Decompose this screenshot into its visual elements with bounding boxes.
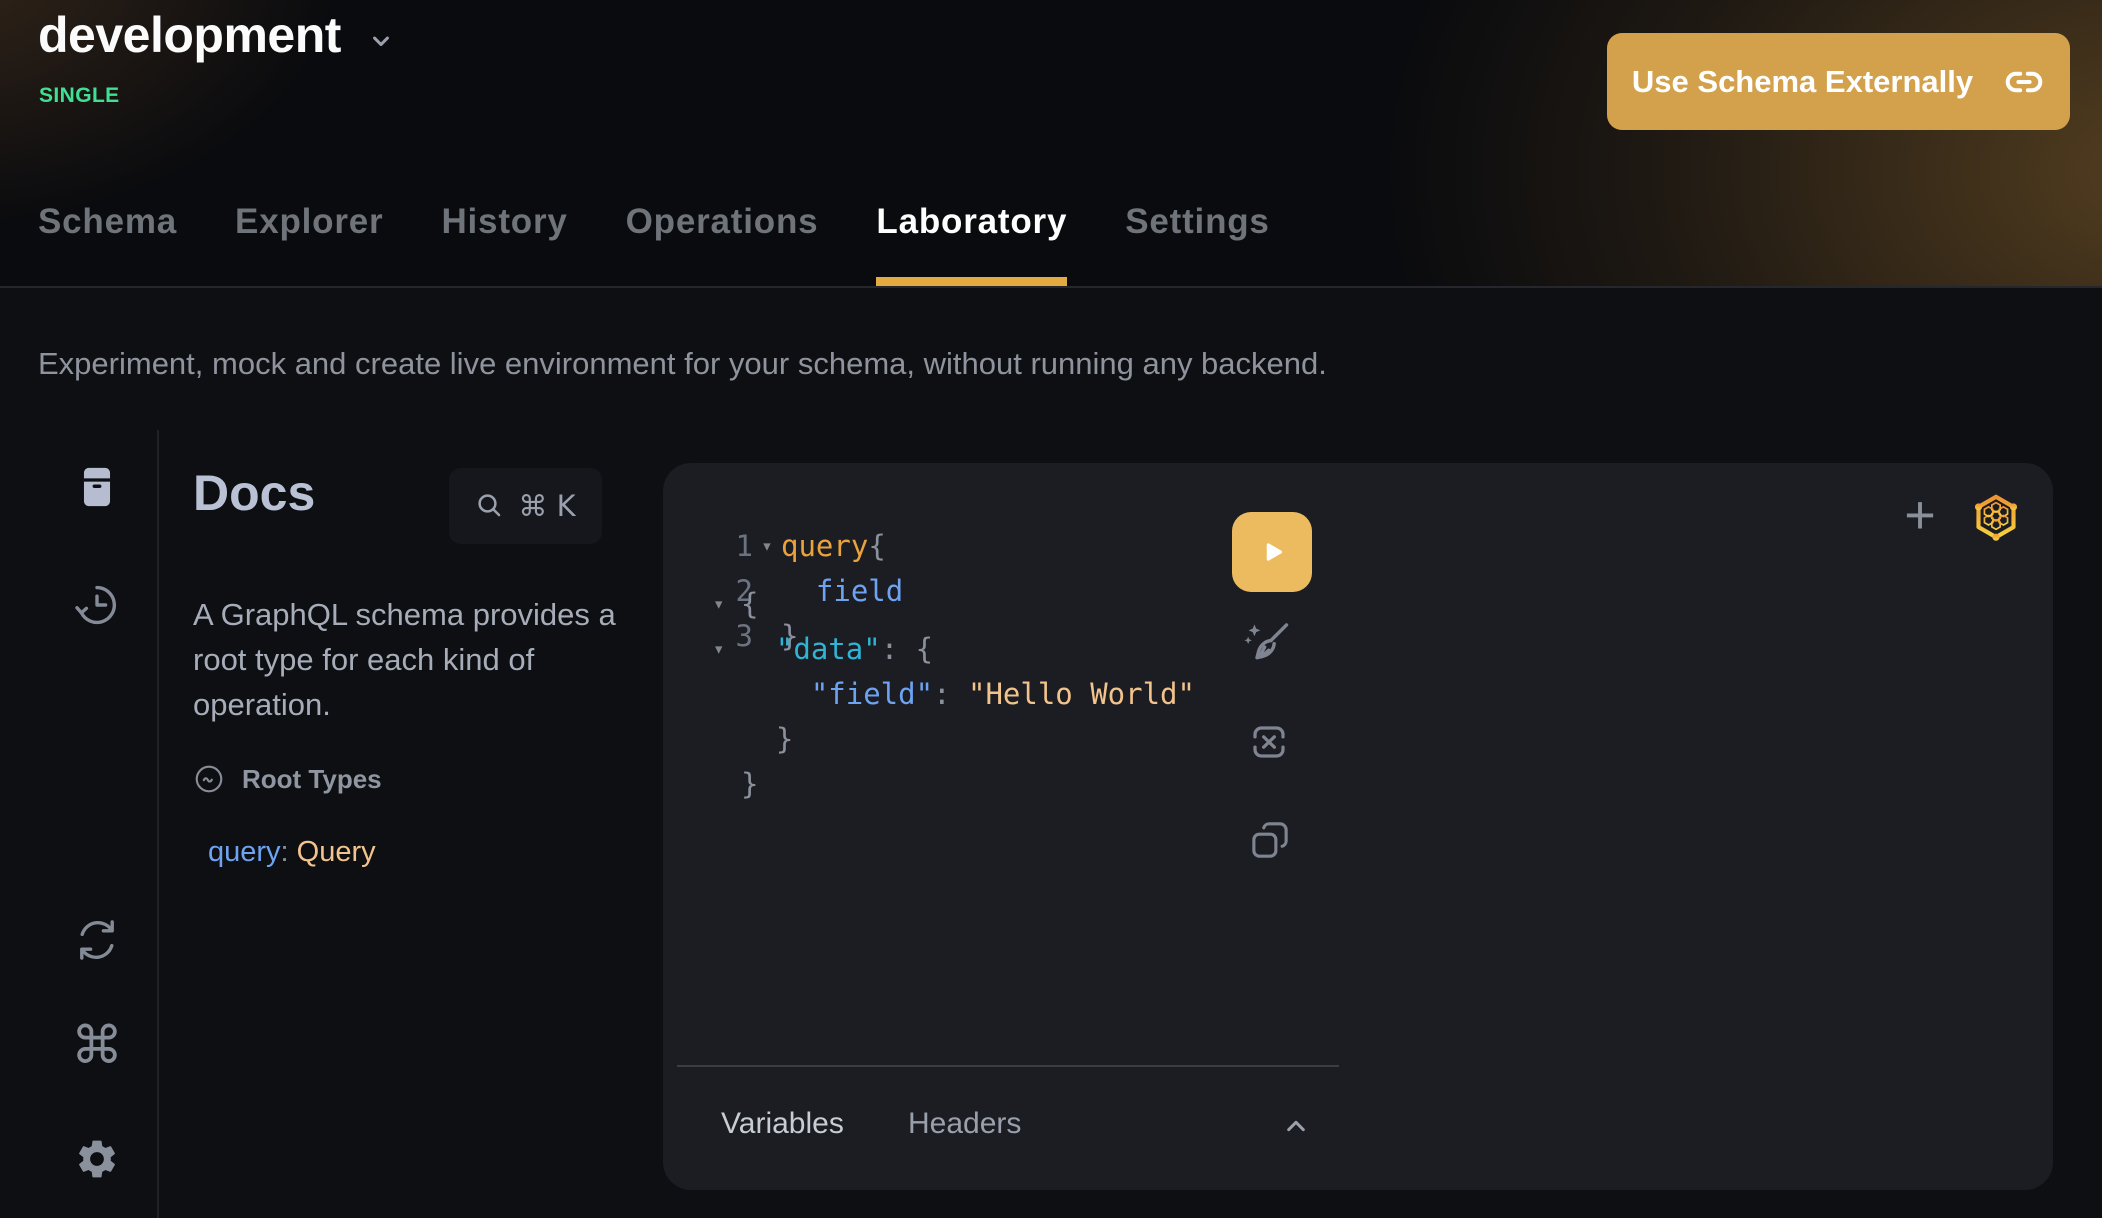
link-icon — [2003, 61, 2045, 103]
chevron-up-icon — [1280, 1109, 1312, 1141]
fold-toggle-icon[interactable]: ▾ — [713, 638, 741, 660]
tab-bar: Schema Explorer History Operations Labor… — [38, 0, 1270, 286]
header: development SINGLE Use Schema Externally… — [0, 0, 2102, 288]
history-clock-icon — [73, 581, 121, 629]
tab-explorer[interactable]: Explorer — [235, 202, 383, 286]
tab-settings[interactable]: Settings — [1125, 202, 1269, 286]
sidebar-settings-button[interactable] — [74, 1136, 120, 1182]
copy-query-button[interactable] — [1248, 818, 1292, 862]
fold-toggle-icon[interactable]: ▾ — [713, 593, 741, 615]
search-shortcut-label: ⌘ K — [518, 489, 575, 523]
response-key-field: "field" — [811, 677, 933, 711]
use-schema-externally-button[interactable]: Use Schema Externally — [1607, 33, 2070, 130]
search-icon — [475, 491, 505, 521]
gear-icon — [74, 1136, 120, 1182]
sidebar-refresh-button[interactable] — [73, 916, 121, 964]
prettify-broom-icon — [1241, 618, 1293, 670]
root-type-query-link[interactable]: query: Query — [208, 836, 376, 869]
sidebar-shortcuts-button[interactable]: ⌘ — [70, 1016, 124, 1076]
line-number: 1 — [725, 529, 753, 563]
tab-variables[interactable]: Variables — [715, 1106, 850, 1142]
response-key-data: "data" — [776, 632, 881, 666]
refresh-icon — [73, 916, 121, 964]
sidebar-divider — [157, 430, 159, 1218]
play-icon — [1254, 534, 1290, 570]
docs-book-icon — [74, 464, 120, 510]
code-brace: { — [868, 529, 885, 563]
response-line: } — [713, 716, 1195, 761]
add-tab-button[interactable]: + — [1897, 483, 1943, 547]
copy-icon — [1248, 818, 1292, 862]
root-type-separator: : — [281, 836, 297, 868]
merge-icon — [1246, 719, 1292, 765]
graphiql-panel: 1 ▾ query{ 2 field 3 } — [663, 463, 2053, 1190]
sidebar-docs-button[interactable] — [74, 464, 120, 510]
response-line: "field": "Hello World" — [713, 671, 1195, 716]
code-line: 1 ▾ query{ — [725, 523, 903, 568]
response-brace: { — [741, 587, 758, 621]
use-schema-externally-label: Use Schema Externally — [1632, 64, 1973, 100]
sidebar-history-button[interactable] — [73, 581, 121, 629]
docs-description: A GraphQL schema provides a root type fo… — [193, 592, 643, 727]
response-brace: } — [741, 722, 793, 756]
page-subtitle: Experiment, mock and create live environ… — [38, 346, 1327, 382]
response-viewer: ▾ { ▾ "data": { "field": "Hello World" }… — [713, 581, 1195, 806]
tab-operations[interactable]: Operations — [626, 202, 819, 286]
prettify-query-button[interactable] — [1241, 618, 1293, 670]
fold-toggle-icon[interactable]: ▾ — [753, 535, 781, 557]
response-line: ▾ { — [713, 581, 1195, 626]
merge-fragments-button[interactable] — [1246, 719, 1292, 765]
execute-query-button[interactable] — [1232, 512, 1312, 592]
docs-search-button[interactable]: ⌘ K — [449, 468, 602, 544]
root-types-header: Root Types — [193, 763, 382, 795]
response-line: ▾ "data": { — [713, 626, 1195, 671]
code-keyword: query — [781, 529, 868, 563]
tab-history[interactable]: History — [441, 202, 567, 286]
hive-honeycomb-logo[interactable] — [1971, 492, 2021, 542]
root-type-name: query — [208, 836, 281, 868]
response-value: "Hello World" — [968, 677, 1195, 711]
editor-footer-divider — [677, 1065, 1339, 1067]
docs-panel-title: Docs — [193, 464, 315, 522]
tab-laboratory[interactable]: Laboratory — [876, 202, 1067, 286]
root-type-value: Query — [297, 836, 376, 868]
command-icon: ⌘ — [71, 1016, 123, 1076]
root-types-label: Root Types — [242, 764, 382, 795]
circle-tilde-icon — [193, 763, 225, 795]
response-line: } — [713, 761, 1195, 806]
collapse-footer-button[interactable] — [1280, 1109, 1312, 1141]
tab-schema[interactable]: Schema — [38, 202, 177, 286]
response-brace: } — [741, 767, 758, 801]
tab-headers[interactable]: Headers — [902, 1106, 1027, 1142]
